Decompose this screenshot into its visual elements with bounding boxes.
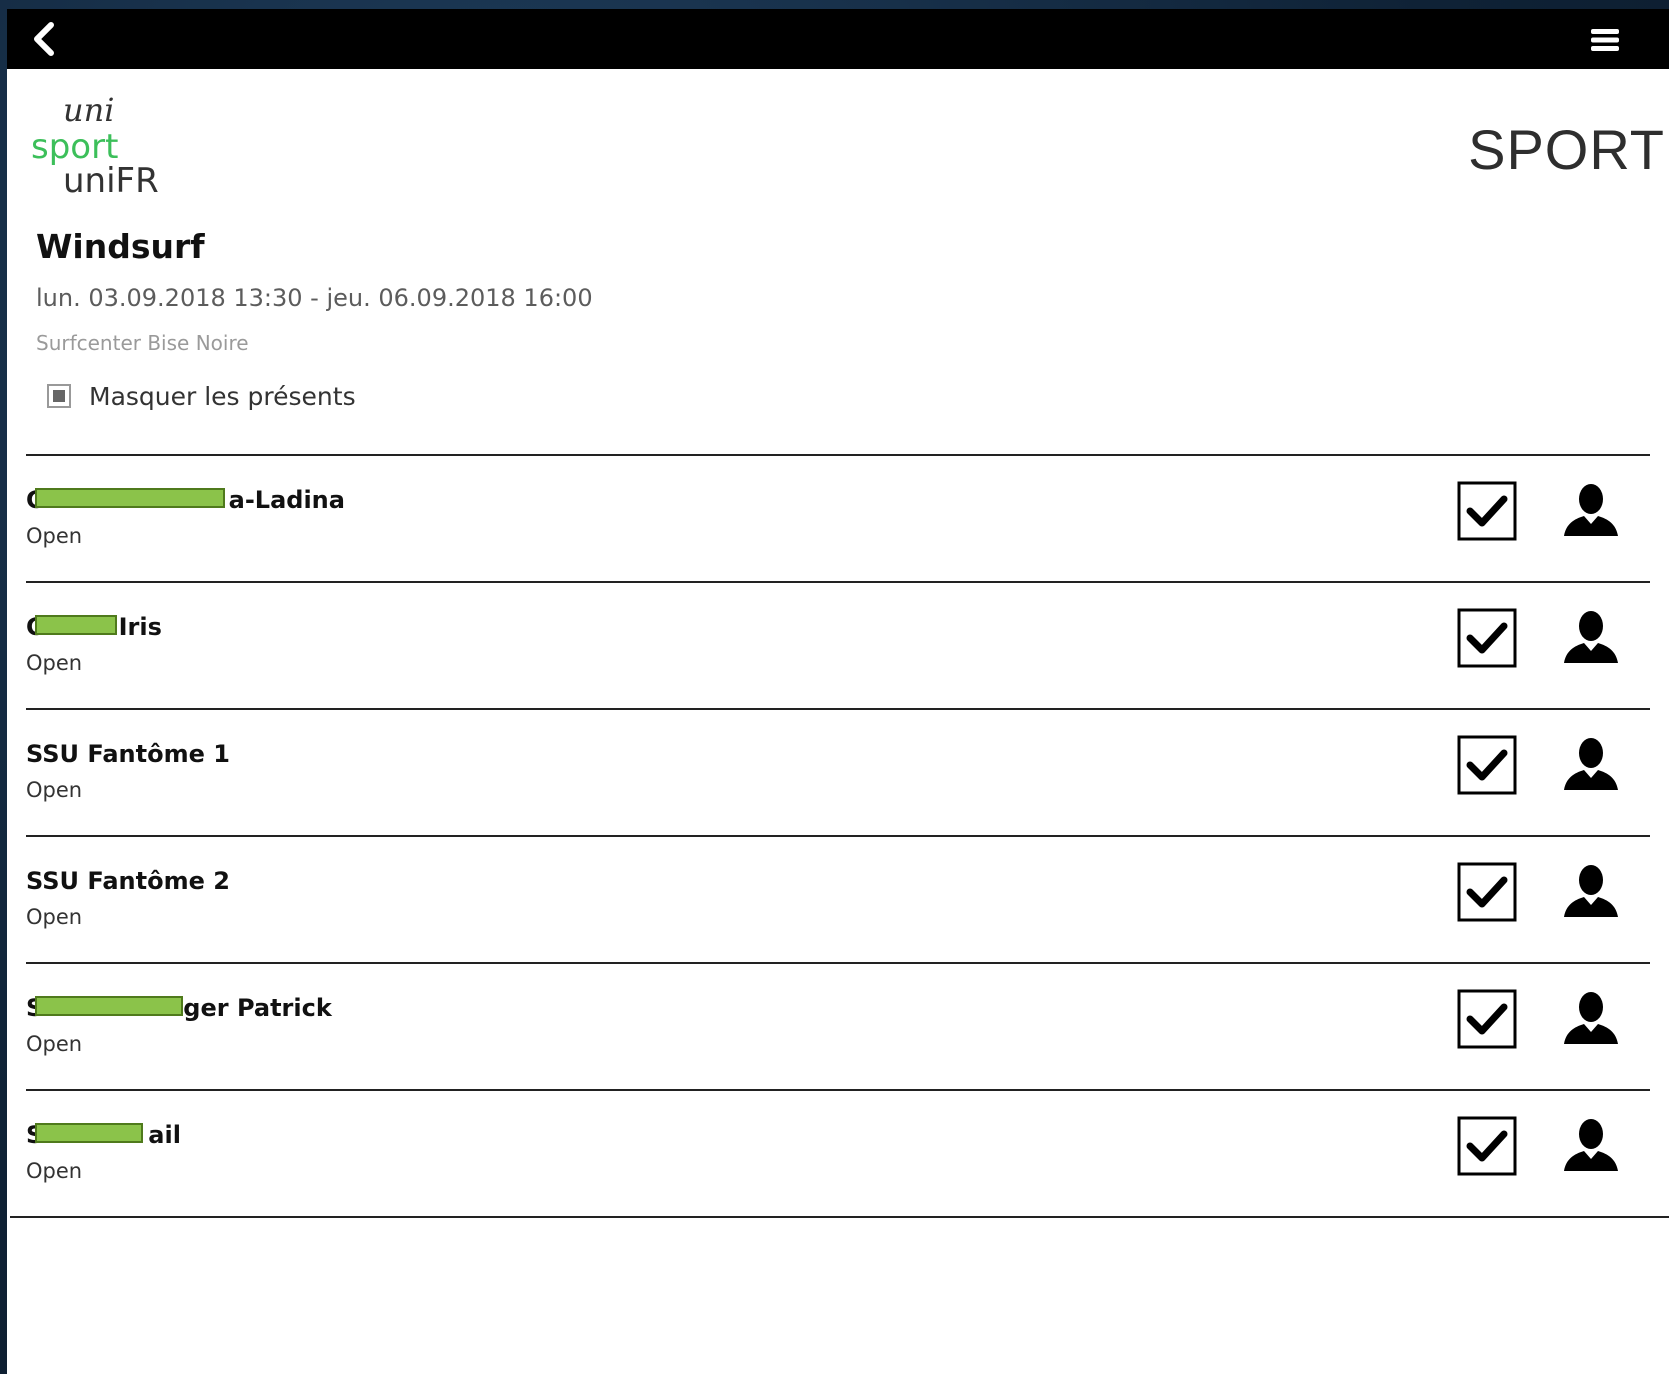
name-suffix: a-Ladina [228, 486, 345, 514]
unisport-logo: uni sport uniFR [21, 91, 171, 201]
participant-row: Sail Open [26, 1089, 1650, 1216]
presence-checkbox[interactable] [1456, 988, 1518, 1050]
checkbox-checked-icon [1457, 1116, 1517, 1176]
participant-row: Sger Patrick Open [26, 962, 1650, 1089]
user-profile-icon [1564, 484, 1618, 536]
user-profile-icon [1564, 1119, 1618, 1171]
participant-profile-button[interactable] [1560, 1115, 1622, 1177]
hide-present-label: Masquer les présents [89, 381, 356, 411]
event-title: Windsurf [36, 227, 205, 266]
redaction-bar [35, 488, 225, 508]
participant-row: SSU Fantôme 1 Open [26, 708, 1650, 835]
presence-checkbox[interactable] [1456, 607, 1518, 669]
hide-present-toggle[interactable]: Masquer les présents [47, 378, 356, 414]
back-button[interactable] [25, 19, 65, 59]
name-suffix: SSU Fantôme 2 [26, 867, 230, 895]
user-profile-icon [1564, 738, 1618, 790]
hide-present-checkbox[interactable] [47, 384, 71, 408]
participant-row: Ca-Ladina Open [26, 454, 1650, 581]
checkbox-indeterminate-mark [53, 390, 65, 402]
participant-status: Open [26, 1032, 83, 1056]
participant-status: Open [26, 1159, 83, 1183]
logo-line-unifr: uniFR [63, 161, 159, 201]
participant-status: Open [26, 651, 83, 675]
redaction-bar [35, 996, 183, 1016]
user-profile-icon [1564, 611, 1618, 663]
presence-checkbox[interactable] [1456, 1115, 1518, 1177]
name-suffix: ail [148, 1121, 181, 1149]
name-suffix: ger Patrick [183, 994, 332, 1022]
participant-profile-button[interactable] [1560, 988, 1622, 1050]
participant-status: Open [26, 778, 83, 802]
participant-name: SSU Fantôme 1 [26, 740, 230, 768]
checkbox-checked-icon [1457, 862, 1517, 922]
participant-name: SSU Fantôme 2 [26, 867, 230, 895]
participant-list: Ca-Ladina Open CIris Open [26, 454, 1650, 1216]
app-screen: uni sport uniFR SPORT Windsurf lun. 03.0… [7, 9, 1669, 1374]
name-suffix: SSU Fantôme 1 [26, 740, 230, 768]
event-dates: lun. 03.09.2018 13:30 - jeu. 06.09.2018 … [36, 284, 593, 312]
hamburger-menu-icon [1591, 29, 1619, 51]
user-profile-icon [1564, 992, 1618, 1044]
participant-profile-button[interactable] [1560, 607, 1622, 669]
brand-title: SPORT [1468, 118, 1665, 181]
presence-checkbox[interactable] [1456, 480, 1518, 542]
list-bottom-divider [10, 1216, 1669, 1218]
redaction-bar [35, 1123, 143, 1143]
name-suffix: Iris [118, 613, 162, 641]
participant-row: SSU Fantôme 2 Open [26, 835, 1650, 962]
participant-profile-button[interactable] [1560, 861, 1622, 923]
user-profile-icon [1564, 865, 1618, 917]
top-bar [7, 9, 1669, 69]
logo-line-uni: uni [63, 91, 115, 129]
presence-checkbox[interactable] [1456, 734, 1518, 796]
checkbox-checked-icon [1457, 735, 1517, 795]
participant-status: Open [26, 905, 83, 929]
participant-profile-button[interactable] [1560, 734, 1622, 796]
checkbox-checked-icon [1457, 481, 1517, 541]
redaction-bar [35, 615, 117, 635]
participant-profile-button[interactable] [1560, 480, 1622, 542]
menu-button[interactable] [1585, 21, 1625, 59]
chevron-left-icon [34, 22, 54, 56]
checkbox-checked-icon [1457, 989, 1517, 1049]
event-location: Surfcenter Bise Noire [36, 331, 249, 355]
checkbox-checked-icon [1457, 608, 1517, 668]
participant-row: CIris Open [26, 581, 1650, 708]
presence-checkbox[interactable] [1456, 861, 1518, 923]
participant-status: Open [26, 524, 83, 548]
